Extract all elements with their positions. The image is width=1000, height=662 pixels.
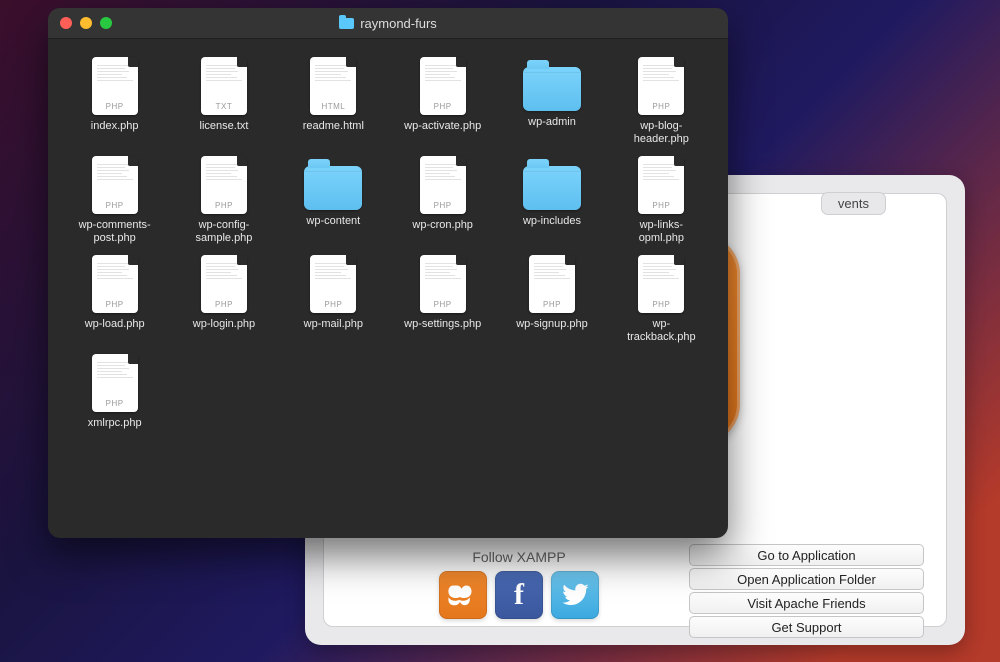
item-label: wp-load.php [85, 318, 145, 331]
file-icon: PHP [310, 255, 356, 313]
item-label: wp-mail.php [304, 318, 363, 331]
window-title-text: raymond-furs [360, 16, 437, 31]
twitter-button[interactable] [551, 571, 599, 619]
item-label: readme.html [303, 120, 364, 133]
file-item[interactable]: PHP wp-config- sample.php [171, 156, 276, 245]
file-item[interactable]: TXT license.txt [171, 57, 276, 146]
folder-icon [523, 67, 581, 111]
file-item[interactable]: PHP wp-settings.php [390, 255, 495, 344]
follow-label: Follow XAMPP [439, 549, 599, 565]
open-application-folder-button[interactable]: Open Application Folder [689, 568, 924, 590]
file-item[interactable]: HTML readme.html [281, 57, 386, 146]
social-row: f [439, 571, 599, 619]
file-ext-label: PHP [92, 399, 138, 408]
file-ext-label: PHP [638, 102, 684, 111]
file-icon: PHP [92, 57, 138, 115]
finder-titlebar[interactable]: raymond-furs [48, 8, 728, 39]
follow-section: Follow XAMPP f [439, 549, 599, 619]
file-icon: PHP [420, 156, 466, 214]
file-ext-label: PHP [420, 102, 466, 111]
item-label: wp-login.php [193, 318, 255, 331]
item-label: wp-content [306, 215, 360, 228]
file-ext-label: PHP [92, 201, 138, 210]
file-ext-label: PHP [310, 300, 356, 309]
file-ext-label: PHP [638, 201, 684, 210]
file-icon: TXT [201, 57, 247, 115]
folder-item[interactable]: wp-includes [499, 156, 604, 245]
file-ext-label: PHP [638, 300, 684, 309]
facebook-icon: f [514, 578, 524, 612]
item-label: wp-links- opml.php [639, 219, 684, 245]
item-label: wp- trackback.php [627, 318, 695, 344]
file-icon: PHP [92, 354, 138, 412]
folder-icon [304, 166, 362, 210]
item-label: wp-blog- header.php [634, 120, 689, 146]
file-item[interactable]: PHP wp-comments- post.php [62, 156, 167, 245]
file-ext-label: HTML [310, 102, 356, 111]
xampp-icon [446, 581, 480, 609]
item-label: index.php [91, 120, 139, 133]
file-item[interactable]: PHP xmlrpc.php [62, 354, 167, 430]
folder-item[interactable]: wp-admin [499, 57, 604, 146]
file-ext-label: TXT [201, 102, 247, 111]
xampp-social-button[interactable] [439, 571, 487, 619]
file-ext-label: PHP [201, 300, 247, 309]
file-icon: PHP [92, 255, 138, 313]
file-item[interactable]: PHP wp-links- opml.php [609, 156, 714, 245]
twitter-icon [560, 580, 590, 610]
item-label: wp-includes [523, 215, 581, 228]
folder-icon [339, 18, 354, 29]
tab-events-fragment[interactable]: vents [821, 192, 886, 215]
file-item[interactable]: PHP wp-load.php [62, 255, 167, 344]
file-item[interactable]: PHP wp-login.php [171, 255, 276, 344]
file-icon: HTML [310, 57, 356, 115]
file-ext-label: PHP [92, 102, 138, 111]
finder-window: raymond-furs PHP index.php TXT license.txt H… [48, 8, 728, 538]
folder-item[interactable]: wp-content [281, 156, 386, 245]
get-support-button[interactable]: Get Support [689, 616, 924, 638]
item-label: wp-cron.php [412, 219, 473, 232]
desktop-background: vents Follow XAMPP f [0, 0, 1000, 662]
file-item[interactable]: PHP wp-cron.php [390, 156, 495, 245]
file-icon: PHP [638, 255, 684, 313]
file-item[interactable]: PHP wp-mail.php [281, 255, 386, 344]
item-label: wp-admin [528, 116, 576, 129]
file-icon: PHP [201, 255, 247, 313]
item-label: wp-activate.php [404, 120, 481, 133]
file-item[interactable]: PHP wp-signup.php [499, 255, 604, 344]
file-icon: PHP [638, 156, 684, 214]
file-icon: PHP [92, 156, 138, 214]
file-ext-label: PHP [201, 201, 247, 210]
file-icon: PHP [420, 255, 466, 313]
item-label: wp-signup.php [516, 318, 588, 331]
file-icon: PHP [201, 156, 247, 214]
finder-icon-grid: PHP index.php TXT license.txt HTML readme.htm… [48, 39, 728, 448]
file-item[interactable]: PHP wp-activate.php [390, 57, 495, 146]
folder-icon [523, 166, 581, 210]
file-item[interactable]: PHP wp- trackback.php [609, 255, 714, 344]
facebook-button[interactable]: f [495, 571, 543, 619]
file-icon: PHP [529, 255, 575, 313]
file-icon: PHP [638, 57, 684, 115]
visit-apache-friends-button[interactable]: Visit Apache Friends [689, 592, 924, 614]
file-ext-label: PHP [420, 300, 466, 309]
item-label: xmlrpc.php [88, 417, 142, 430]
file-ext-label: PHP [420, 201, 466, 210]
go-to-application-button[interactable]: Go to Application [689, 544, 924, 566]
file-icon: PHP [420, 57, 466, 115]
window-title: raymond-furs [48, 16, 728, 31]
item-label: wp-settings.php [404, 318, 481, 331]
file-ext-label: PHP [92, 300, 138, 309]
item-label: wp-config- sample.php [196, 219, 253, 245]
file-ext-label: PHP [529, 300, 575, 309]
item-label: wp-comments- post.php [79, 219, 151, 245]
file-item[interactable]: PHP index.php [62, 57, 167, 146]
action-buttons: Go to Application Open Application Folde… [689, 544, 924, 638]
file-item[interactable]: PHP wp-blog- header.php [609, 57, 714, 146]
item-label: license.txt [200, 120, 249, 133]
